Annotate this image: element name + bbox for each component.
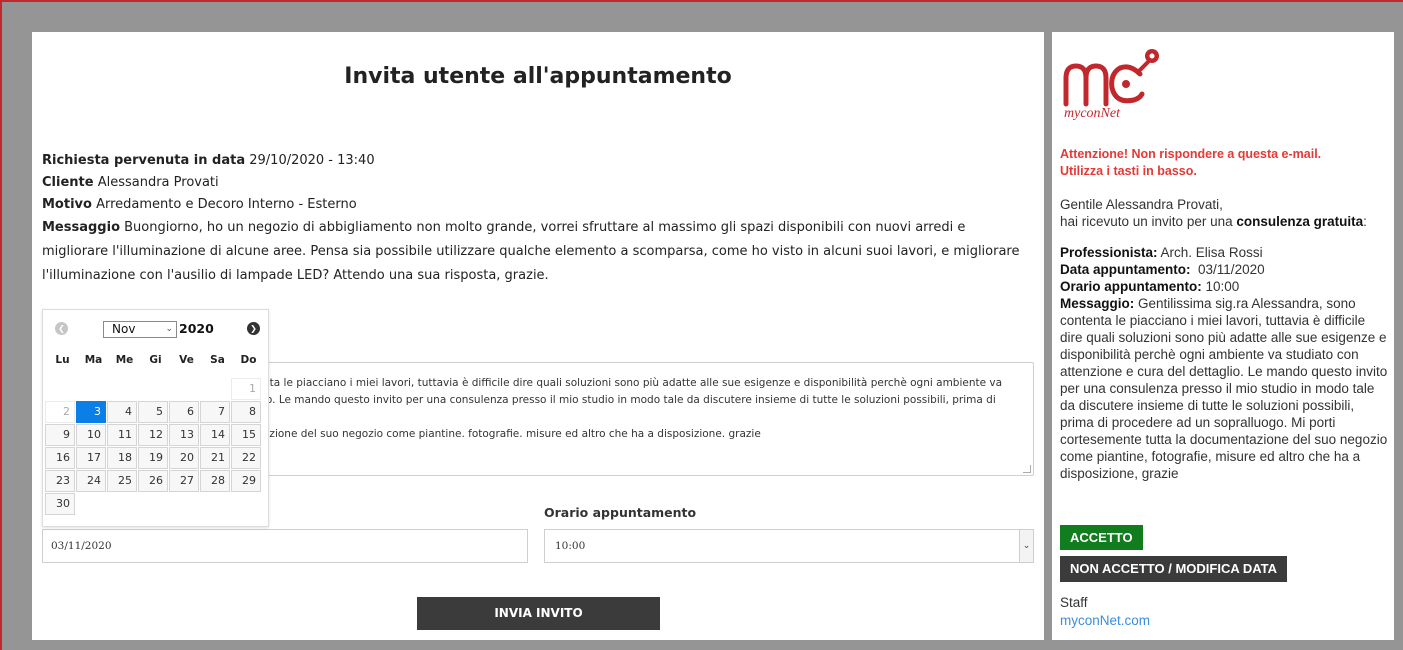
- day-cell[interactable]: 16: [45, 447, 75, 469]
- weekday-label: Ve: [179, 354, 194, 366]
- reason-label: Motivo: [42, 197, 92, 212]
- day-cell[interactable]: 23: [45, 470, 75, 492]
- email-preview-panel: myconNet Attenzione! Non rispondere a qu…: [1052, 32, 1394, 640]
- day-cell[interactable]: 13: [169, 424, 199, 446]
- day-cell[interactable]: 9: [45, 424, 75, 446]
- day-cell[interactable]: 19: [138, 447, 168, 469]
- send-invite-button[interactable]: INVIA INVITO: [417, 597, 660, 630]
- weekday-label: Ma: [84, 354, 103, 366]
- reject-modify-button[interactable]: NON ACCETTO / MODIFICA DATA: [1060, 556, 1288, 582]
- day-cell[interactable]: 1: [231, 378, 261, 400]
- day-cell[interactable]: 11: [107, 424, 137, 446]
- day-cell[interactable]: 8: [231, 401, 261, 423]
- reason-row: Motivo Arredamento e Decoro Interno - Es…: [42, 194, 1032, 216]
- next-month-icon[interactable]: ❯: [247, 322, 260, 335]
- day-cell[interactable]: 2: [45, 401, 75, 423]
- request-date-label: Richiesta pervenuta in data: [42, 153, 246, 168]
- day-cell[interactable]: 4: [107, 401, 137, 423]
- datepicker-popup[interactable]: ❮ Nov ⌄ 2020 ❯ Lu Ma Me Gi Ve Sa Do 1234…: [42, 309, 269, 527]
- invite-suffix: :: [1363, 214, 1367, 229]
- day-cell[interactable]: 30: [45, 493, 75, 515]
- message-label: Messaggio: [42, 220, 120, 235]
- weekday-label: Do: [240, 354, 257, 366]
- day-cell[interactable]: 6: [169, 401, 199, 423]
- day-cell[interactable]: 3: [76, 401, 106, 423]
- weekday-label: Me: [115, 354, 134, 366]
- accept-button[interactable]: ACCETTO: [1060, 525, 1143, 550]
- day-cell[interactable]: 25: [107, 470, 137, 492]
- weekday-label: Lu: [55, 354, 70, 366]
- day-cell[interactable]: 17: [76, 447, 106, 469]
- day-cell[interactable]: 12: [138, 424, 168, 446]
- date-row: Data appuntamento: 03/11/2020: [1060, 261, 1390, 278]
- request-info: Richiesta pervenuta in data 29/10/2020 -…: [42, 150, 1032, 288]
- time-select-value: 10:00: [555, 540, 586, 552]
- logo-text: myconNet: [1064, 106, 1120, 121]
- invite-bold: consulenza gratuita: [1236, 214, 1364, 229]
- greeting-text: Gentile Alessandra Provati,: [1060, 197, 1223, 212]
- weekday-label: Gi: [149, 354, 162, 366]
- client-value: Alessandra Provati: [97, 175, 219, 190]
- day-cell[interactable]: 18: [107, 447, 137, 469]
- time-select[interactable]: 10:00 ⌄: [544, 529, 1034, 563]
- date-value: 03/11/2020: [1198, 262, 1265, 277]
- datepicker-header: ❮ Nov ⌄ 2020 ❯: [43, 318, 270, 340]
- warning-line: Utilizza i tasti in basso.: [1060, 164, 1197, 178]
- day-cell[interactable]: 20: [169, 447, 199, 469]
- day-cell[interactable]: 28: [200, 470, 230, 492]
- chevron-down-icon: ⌄: [165, 324, 173, 334]
- time-label: Orario appuntamento: [544, 505, 697, 520]
- message-value: Buongiorno, ho un negozio di abbigliamen…: [42, 220, 1020, 283]
- month-value: Nov: [112, 322, 136, 336]
- greeting-block: Gentile Alessandra Provati, hai ricevuto…: [1060, 196, 1390, 230]
- weekday-label: Sa: [210, 354, 225, 366]
- date-label: Data appuntamento:: [1060, 262, 1191, 277]
- time-row: Orario appuntamento: 10:00: [1060, 278, 1390, 295]
- year-label: 2020: [179, 321, 214, 336]
- site-link[interactable]: myconNet.com: [1060, 613, 1150, 628]
- day-cell[interactable]: 29: [231, 470, 261, 492]
- warning-message: Attenzione! Non rispondere a questa e-ma…: [1060, 146, 1390, 180]
- day-cell[interactable]: 5: [138, 401, 168, 423]
- day-cell[interactable]: 21: [200, 447, 230, 469]
- invite-text: hai ricevuto un invito per una consulenz…: [1060, 213, 1390, 230]
- day-cell[interactable]: 7: [200, 401, 230, 423]
- day-cell[interactable]: 24: [76, 470, 106, 492]
- date-input[interactable]: 03/11/2020: [42, 529, 528, 563]
- request-date-value: 29/10/2020 - 13:40: [249, 153, 375, 168]
- time-label: Orario appuntamento:: [1060, 279, 1202, 294]
- chevron-down-icon[interactable]: ⌄: [1019, 530, 1033, 562]
- resize-grip-icon[interactable]: [1023, 465, 1031, 473]
- day-cell[interactable]: 26: [138, 470, 168, 492]
- prev-month-icon[interactable]: ❮: [55, 322, 68, 335]
- appointment-details: Professionista: Arch. Elisa Rossi Data a…: [1060, 244, 1390, 482]
- staff-signature: Staff: [1060, 595, 1088, 610]
- time-value: 10:00: [1205, 279, 1240, 294]
- request-date-row: Richiesta pervenuta in data 29/10/2020 -…: [42, 150, 1032, 172]
- reason-value: Arredamento e Decoro Interno - Esterno: [96, 197, 357, 212]
- message-row: Messaggio Buongiorno, ho un negozio di a…: [42, 216, 1032, 288]
- day-cell[interactable]: 14: [200, 424, 230, 446]
- warning-line: Attenzione! Non rispondere a questa e-ma…: [1060, 147, 1322, 161]
- day-cell[interactable]: 15: [231, 424, 261, 446]
- day-cell[interactable]: 10: [76, 424, 106, 446]
- message-row: Messaggio: Gentilissima sig.ra Alessandr…: [1060, 295, 1390, 482]
- day-cell[interactable]: 22: [231, 447, 261, 469]
- message-value: Gentilissima sig.ra Alessandra, sono con…: [1060, 296, 1388, 481]
- professional-label: Professionista:: [1060, 245, 1158, 260]
- professional-row: Professionista: Arch. Elisa Rossi: [1060, 244, 1390, 261]
- client-label: Cliente: [42, 175, 94, 190]
- professional-value: Arch. Elisa Rossi: [1160, 245, 1263, 260]
- message-label: Messaggio:: [1060, 296, 1135, 311]
- invite-prefix: hai ricevuto un invito per una: [1060, 214, 1233, 229]
- page-title: Invita utente all'appuntamento: [344, 64, 732, 89]
- month-select[interactable]: Nov ⌄: [103, 321, 177, 338]
- client-row: Cliente Alessandra Provati: [42, 172, 1032, 194]
- day-cell[interactable]: 27: [169, 470, 199, 492]
